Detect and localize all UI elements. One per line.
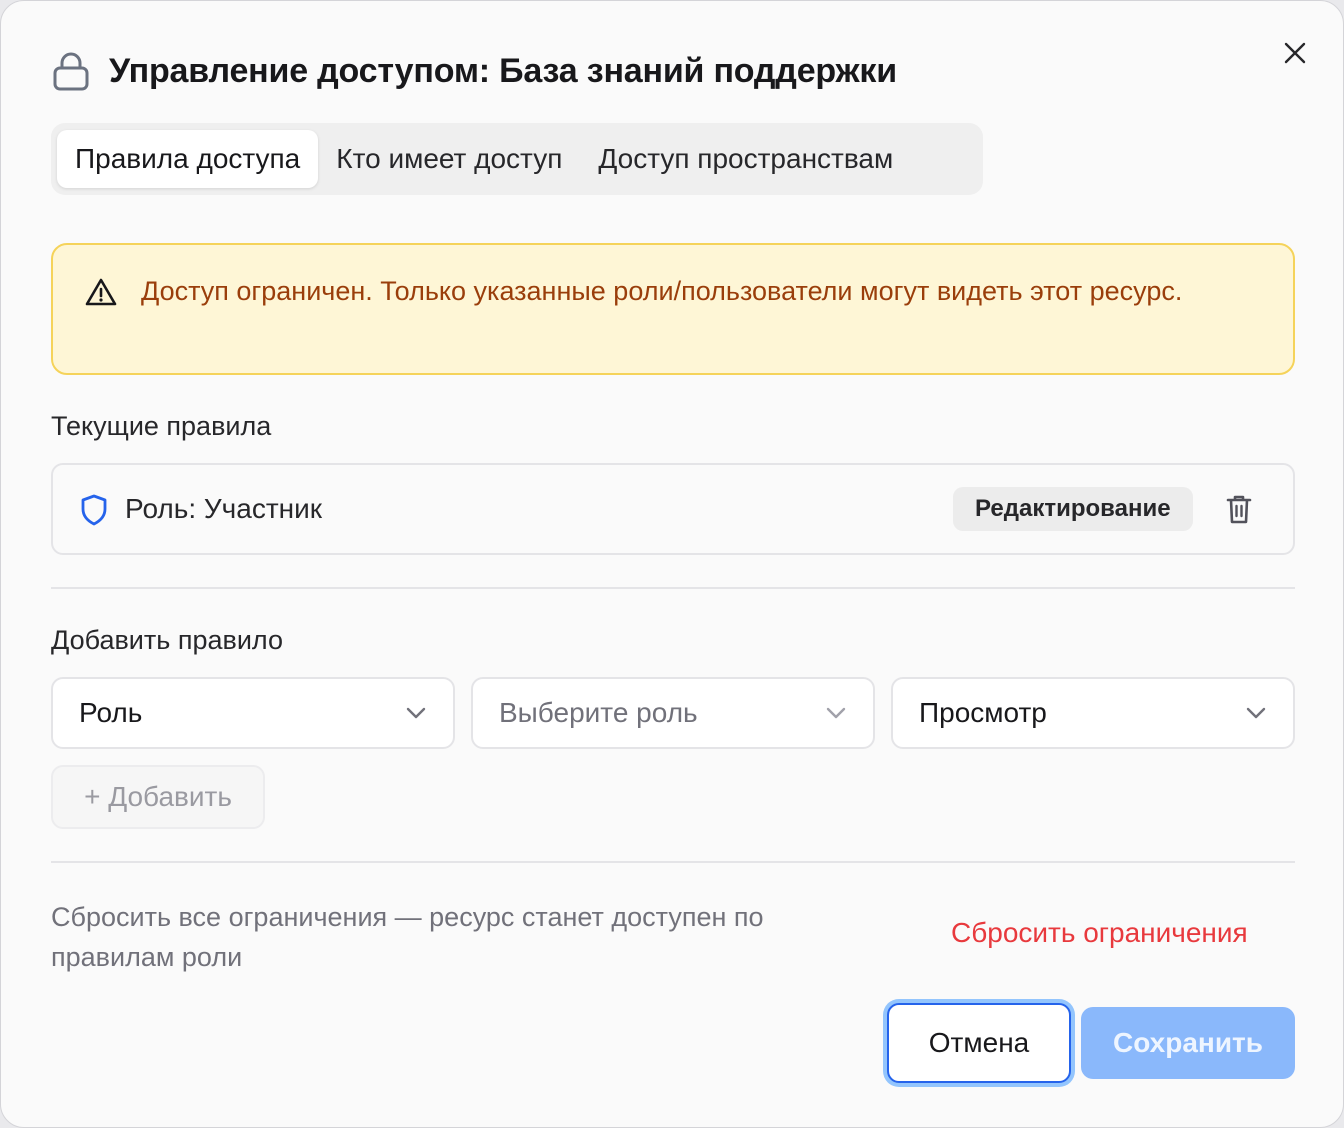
chevron-down-icon bbox=[406, 707, 426, 719]
lock-icon bbox=[53, 52, 89, 91]
rule-type-value: Роль bbox=[79, 697, 143, 728]
cancel-button[interactable]: Отмена bbox=[887, 1003, 1071, 1083]
add-rule-button[interactable]: + Добавить bbox=[51, 765, 265, 829]
dialog-title: Управление доступом: База знаний поддерж… bbox=[109, 51, 897, 90]
role-select[interactable]: Выберите роль bbox=[471, 677, 875, 749]
close-button[interactable] bbox=[1277, 35, 1313, 71]
chevron-down-icon bbox=[826, 707, 846, 719]
warning-icon bbox=[85, 278, 117, 306]
permission-value: Просмотр bbox=[919, 697, 1047, 728]
alert-message: Доступ ограничен. Только указанные роли/… bbox=[141, 276, 1183, 306]
shield-icon bbox=[81, 494, 107, 526]
save-button[interactable]: Сохранить bbox=[1081, 1007, 1295, 1079]
current-rules-heading: Текущие правила bbox=[51, 411, 272, 441]
close-icon bbox=[1284, 42, 1306, 64]
access-dialog: Управление доступом: База знаний поддерж… bbox=[0, 0, 1344, 1128]
add-rule-heading: Добавить правило bbox=[51, 625, 283, 655]
tab-bar: Правила доступа Кто имеет доступ Доступ … bbox=[51, 123, 983, 195]
role-select-placeholder: Выберите роль bbox=[499, 697, 698, 728]
tab-who-has-access[interactable]: Кто имеет доступ bbox=[318, 130, 580, 188]
restricted-alert: Доступ ограничен. Только указанные роли/… bbox=[51, 243, 1295, 375]
permission-select[interactable]: Просмотр bbox=[891, 677, 1295, 749]
dialog-header: Управление доступом: База знаний поддерж… bbox=[51, 49, 897, 93]
divider bbox=[51, 861, 1295, 863]
permission-badge: Редактирование bbox=[953, 487, 1193, 531]
reset-restrictions-button[interactable]: Сбросить ограничения bbox=[951, 917, 1248, 949]
tab-access-rules[interactable]: Правила доступа bbox=[57, 130, 319, 188]
rule-row: Роль: Участник Редактирование bbox=[51, 463, 1295, 555]
rule-type-select[interactable]: Роль bbox=[51, 677, 455, 749]
trash-icon bbox=[1226, 495, 1252, 524]
tab-space-access[interactable]: Доступ пространствам bbox=[580, 130, 911, 188]
chevron-down-icon bbox=[1246, 707, 1266, 719]
delete-rule-button[interactable] bbox=[1225, 493, 1253, 530]
divider bbox=[51, 587, 1295, 589]
rule-label: Роль: Участник bbox=[125, 493, 323, 524]
reset-hint: Сбросить все ограничения — ресурс станет… bbox=[51, 902, 764, 972]
